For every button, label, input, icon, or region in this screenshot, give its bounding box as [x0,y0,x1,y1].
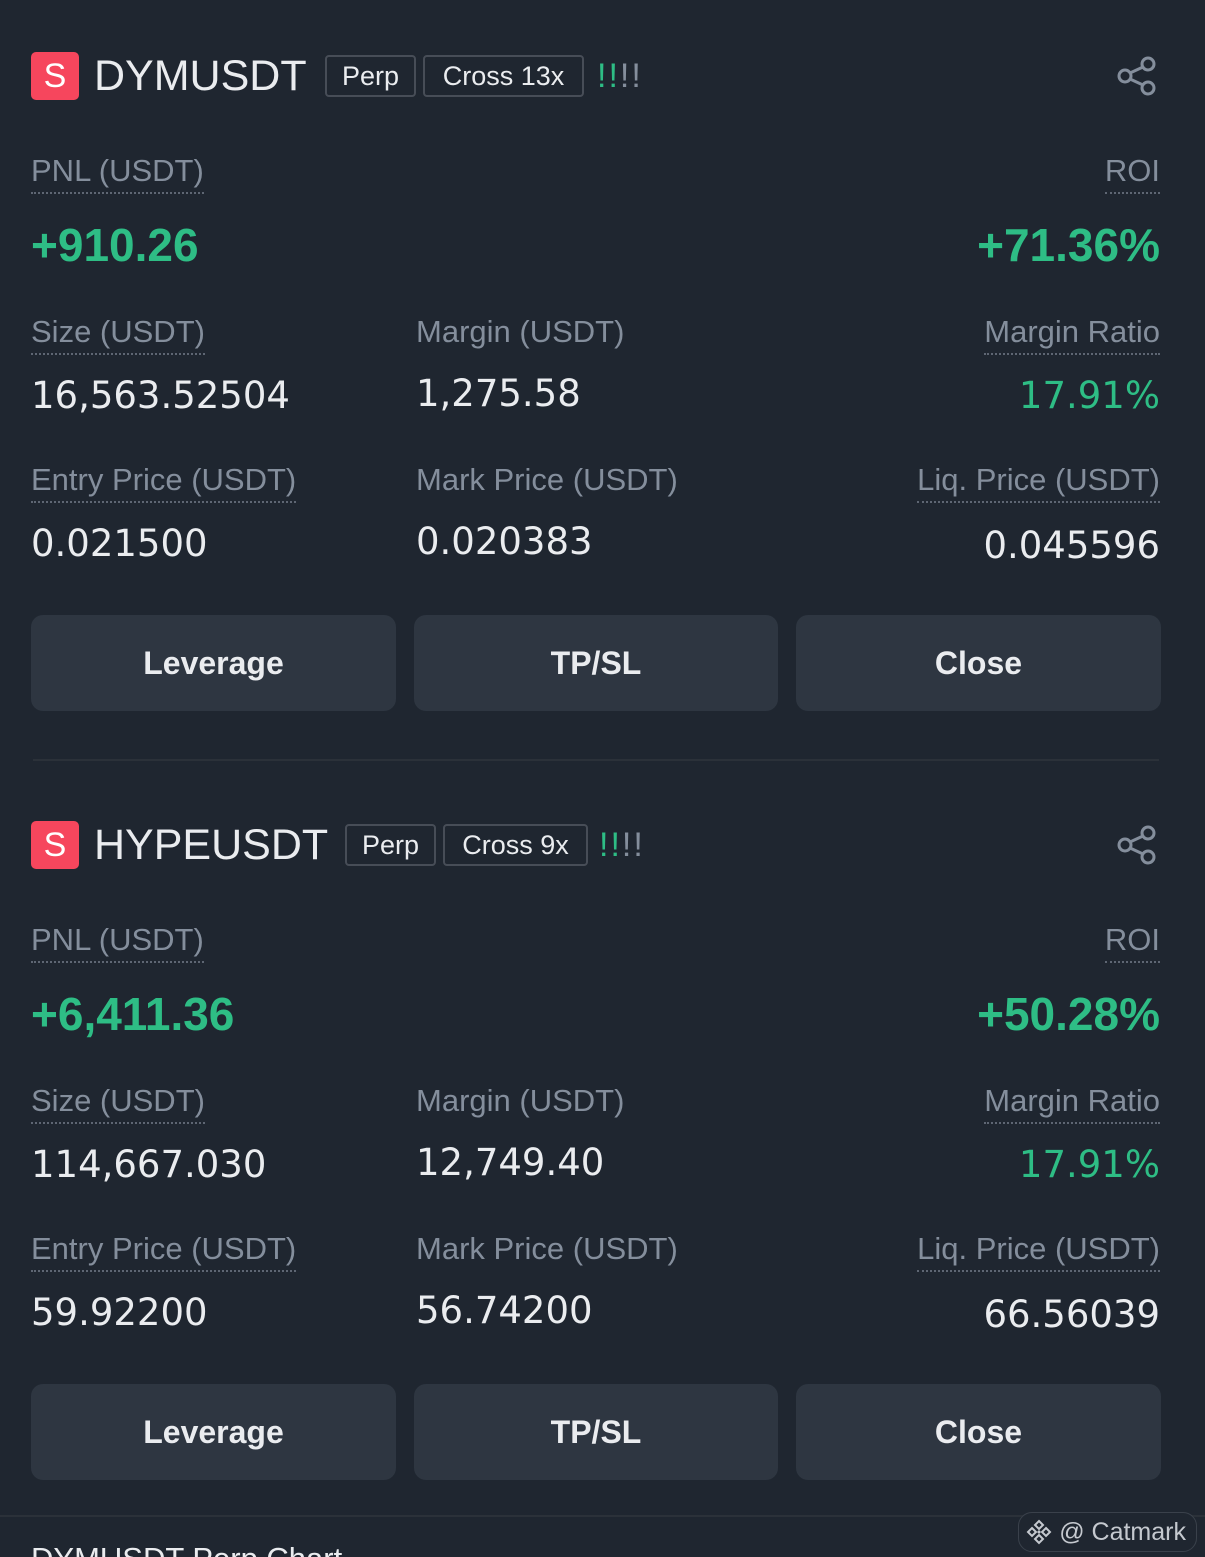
close-button[interactable]: Close [796,1384,1161,1480]
risk-indicator: !!!! [599,823,645,867]
roi-value: +71.36% [977,219,1160,271]
pnl-value: +910.26 [31,219,199,271]
contract-type-tag: Perp [345,824,436,866]
margin-mode-tag[interactable]: Cross 9x [443,824,588,866]
mark-price-label: Mark Price (USDT) [416,462,678,497]
position-header: S DYMUSDT Perp Cross 13x !!!! [31,52,1171,100]
pnl-label[interactable]: PNL (USDT) [31,921,204,963]
pnl-label[interactable]: PNL (USDT) [31,152,204,194]
leverage-button[interactable]: Leverage [31,1384,396,1480]
size-label[interactable]: Size (USDT) [31,313,205,355]
symbol-name[interactable]: DYMUSDT [94,52,307,100]
liq-price-value: 0.045596 [983,524,1160,567]
margin-label: Margin (USDT) [416,314,625,349]
risk-inactive: !! [621,826,645,864]
risk-active: !! [599,826,622,864]
position-card: S DYMUSDT Perp Cross 13x !!!! PNL (USDT)… [0,0,1205,761]
watermark-text: @ Catmark [1059,1518,1186,1546]
side-badge-short: S [31,52,79,100]
margin-mode-tag[interactable]: Cross 13x [423,55,584,97]
symbol-name[interactable]: HYPEUSDT [94,821,328,869]
roi-label[interactable]: ROI [1104,921,1160,963]
side-badge-short: S [31,821,79,869]
liq-price-label[interactable]: Liq. Price (USDT) [917,461,1160,503]
binance-diamond-icon [1026,1519,1052,1545]
share-icon[interactable] [1115,54,1159,98]
divider [33,759,1159,761]
mark-price-value: 0.020383 [416,520,593,563]
entry-price-value: 0.021500 [31,522,208,565]
margin-value: 12,749.40 [416,1141,605,1184]
position-header: S HYPEUSDT Perp Cross 9x !!!! [31,821,1171,869]
liq-price-label[interactable]: Liq. Price (USDT) [917,1230,1160,1272]
entry-price-value: 59.92200 [31,1291,208,1334]
risk-active: !! [597,57,620,95]
margin-label: Margin (USDT) [416,1083,625,1118]
tpsl-button[interactable]: TP/SL [414,615,778,711]
risk-indicator: !!!! [597,54,643,98]
roi-value: +50.28% [977,988,1160,1040]
entry-price-label[interactable]: Entry Price (USDT) [31,1230,297,1272]
position-card: S HYPEUSDT Perp Cross 9x !!!! PNL (USDT)… [0,769,1205,1529]
mark-price-label: Mark Price (USDT) [416,1231,678,1266]
liq-price-value: 66.56039 [983,1293,1160,1336]
share-icon[interactable] [1115,823,1159,867]
margin-ratio-value: 17.91% [1018,1143,1160,1186]
size-label[interactable]: Size (USDT) [31,1082,205,1124]
close-button[interactable]: Close [796,615,1161,711]
margin-ratio-label[interactable]: Margin Ratio [984,313,1160,355]
contract-type-tag: Perp [325,55,416,97]
leverage-button[interactable]: Leverage [31,615,396,711]
roi-label[interactable]: ROI [1104,152,1160,194]
watermark: @ Catmark [1018,1512,1197,1552]
size-value: 16,563.52504 [31,374,290,417]
margin-value: 1,275.58 [416,372,581,415]
positions-page: S DYMUSDT Perp Cross 13x !!!! PNL (USDT)… [0,0,1205,1557]
chart-section-title[interactable]: DYMUSDT Perp Chart [31,1540,342,1557]
mark-price-value: 56.74200 [416,1289,593,1332]
margin-ratio-label[interactable]: Margin Ratio [984,1082,1160,1124]
size-value: 114,667.030 [31,1143,267,1186]
tpsl-button[interactable]: TP/SL [414,1384,778,1480]
margin-ratio-value: 17.91% [1018,374,1160,417]
pnl-value: +6,411.36 [31,988,235,1040]
entry-price-label[interactable]: Entry Price (USDT) [31,461,297,503]
risk-inactive: !! [619,57,643,95]
